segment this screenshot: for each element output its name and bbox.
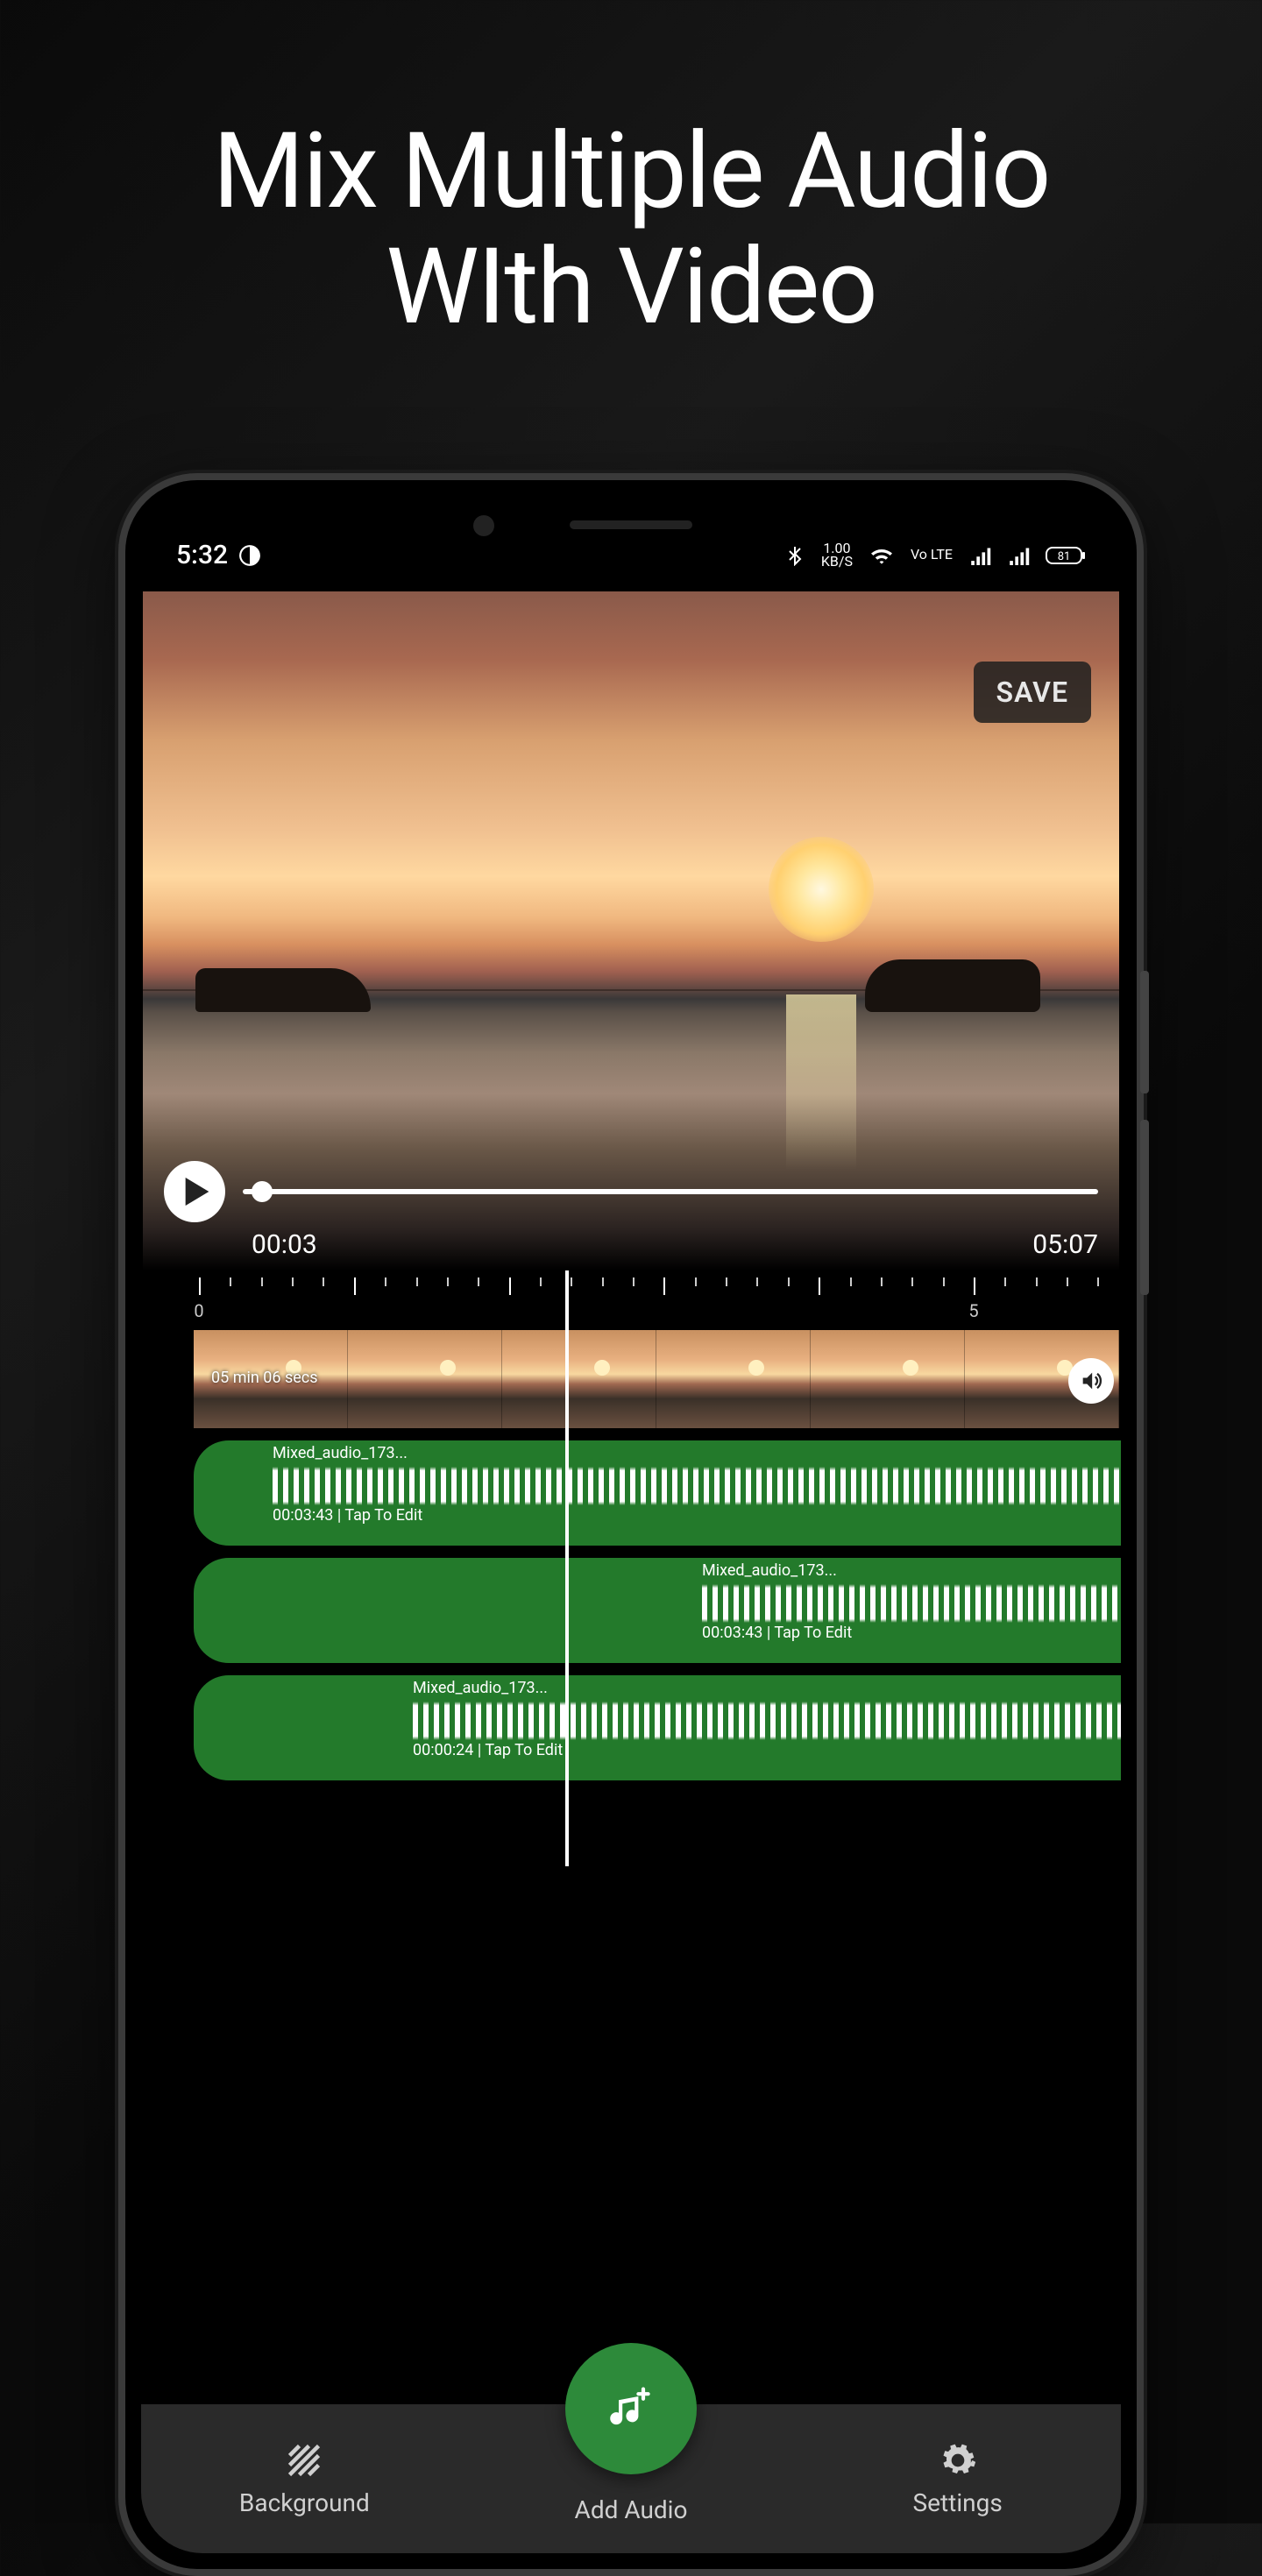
phone-camera (473, 515, 494, 536)
network-speed: 1.00 KB/S (821, 542, 853, 568)
timeline[interactable]: 0 5 05 min 06 secs Mixed_audio (141, 1270, 1121, 1780)
ruler-label-5: 5 (968, 1300, 978, 1321)
preview-sun-decor (769, 837, 874, 942)
volume-button[interactable] (1068, 1358, 1114, 1404)
signal-icon (968, 546, 991, 565)
clip-title: Mixed_audio_173... (395, 1675, 1121, 1697)
wifi-icon (869, 545, 895, 566)
playhead[interactable] (565, 1270, 569, 1866)
add-audio-fab[interactable] (565, 2343, 697, 2474)
phone-screen: 5:32 1.00 KB/S Vo LTE 81 (141, 496, 1121, 2553)
video-track[interactable]: 05 min 06 secs (194, 1330, 1119, 1428)
preview-rock-decor (865, 959, 1040, 1012)
phone-frame: 5:32 1.00 KB/S Vo LTE 81 (118, 473, 1144, 2576)
timeline-ruler[interactable]: 0 5 (143, 1270, 1119, 1325)
waveform-icon (273, 1467, 1121, 1505)
total-time: 05:07 (1032, 1229, 1098, 1260)
seek-handle[interactable] (252, 1181, 273, 1202)
play-icon (185, 1178, 209, 1206)
headline-line2: WIth Video (0, 230, 1262, 345)
audio-clip[interactable]: Mixed_audio_173... 00:03:43 | Tap To Edi… (194, 1440, 1121, 1546)
preview-rock-decor (195, 968, 371, 1012)
status-bar: 5:32 1.00 KB/S Vo LTE 81 (141, 496, 1121, 588)
phone-speaker (570, 520, 692, 529)
battery-icon: 81 (1046, 545, 1086, 566)
gear-icon (939, 2441, 977, 2480)
waveform-icon (413, 1702, 1121, 1740)
bluetooth-icon (784, 545, 805, 566)
nav-label: Background (239, 2488, 370, 2517)
ruler-label-0: 0 (194, 1300, 203, 1321)
volume-icon (1079, 1369, 1103, 1393)
player-controls: 00:03 05:07 (164, 1161, 1098, 1260)
waveform-icon (702, 1584, 1121, 1623)
preview-glare-decor (786, 994, 856, 1170)
video-preview[interactable]: SAVE 00:03 05:07 (143, 591, 1119, 1270)
audio-clip[interactable]: Mixed_audio_173... 00:03:43 | Tap To Edi… (194, 1558, 1121, 1663)
audio-track-3[interactable]: Mixed_audio_173... 00:00:24 | Tap To Edi… (194, 1675, 1119, 1780)
nav-background[interactable]: Background (141, 2404, 468, 2553)
hatch-icon (285, 2441, 323, 2480)
headline-line1: Mix Multiple Audio (0, 114, 1262, 230)
clip-title: Mixed_audio_173... (194, 1440, 1121, 1462)
svg-text:81: 81 (1058, 550, 1071, 563)
nav-label: Settings (913, 2488, 1003, 2517)
nav-label: Add Audio (575, 2495, 688, 2524)
clip-title: Mixed_audio_173... (684, 1558, 1121, 1580)
audio-track-1[interactable]: Mixed_audio_173... 00:03:43 | Tap To Edi… (194, 1440, 1119, 1546)
seek-bar[interactable] (243, 1189, 1098, 1194)
add-music-icon (606, 2384, 656, 2433)
nav-settings[interactable]: Settings (794, 2404, 1121, 2553)
audio-track-2[interactable]: Mixed_audio_173... 00:03:43 | Tap To Edi… (194, 1558, 1119, 1663)
status-clock: 5:32 (176, 540, 228, 570)
signal-icon-2 (1007, 546, 1030, 565)
video-duration-badge: 05 min 06 secs (211, 1369, 318, 1387)
phone-side-button (1140, 971, 1149, 1093)
status-app-icon (238, 544, 261, 567)
marketing-headline: Mix Multiple Audio WIth Video (0, 0, 1262, 345)
volte-indicator: Vo LTE (911, 548, 953, 561)
save-button[interactable]: SAVE (974, 662, 1091, 723)
audio-clip[interactable]: Mixed_audio_173... 00:00:24 | Tap To Edi… (194, 1675, 1121, 1780)
current-time: 00:03 (252, 1229, 317, 1260)
play-button[interactable] (164, 1161, 225, 1222)
phone-side-button (1140, 1120, 1149, 1295)
